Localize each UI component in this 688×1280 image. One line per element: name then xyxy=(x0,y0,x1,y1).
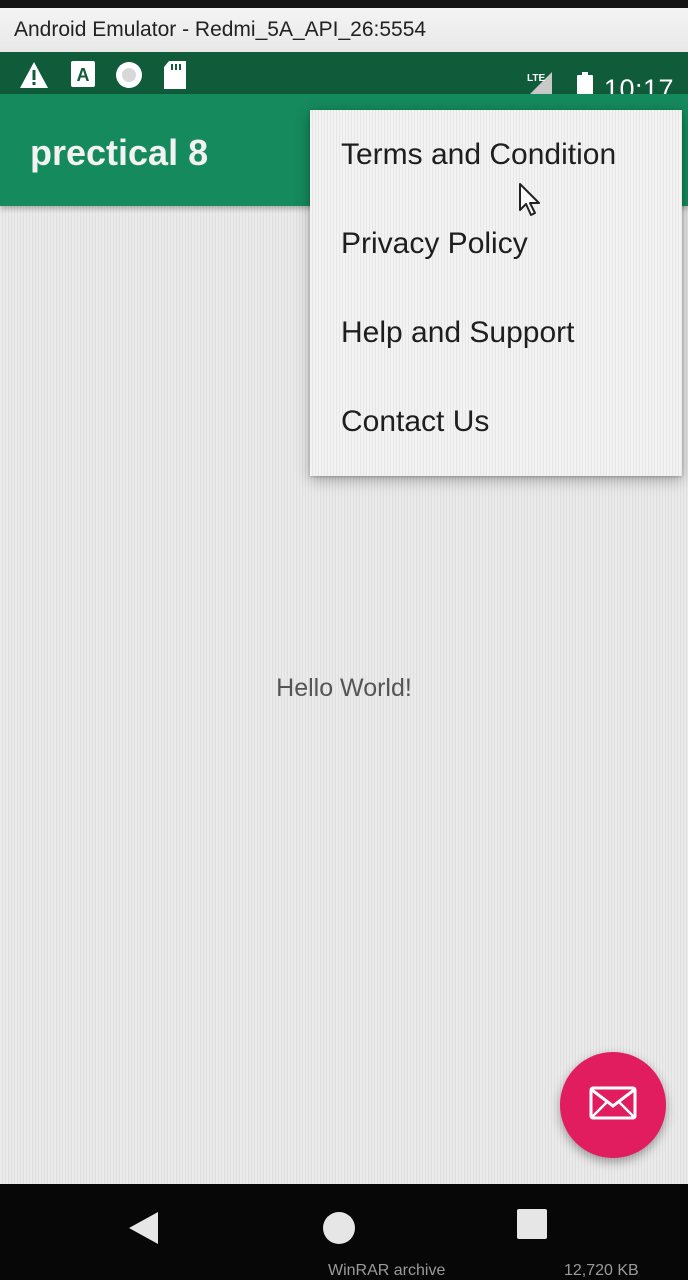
emulator-screen: Android Emulator - Redmi_5A_API_26:5554 … xyxy=(0,0,688,1280)
menu-item-contact[interactable]: Contact Us xyxy=(310,377,682,466)
menu-item-privacy[interactable]: Privacy Policy xyxy=(310,199,682,288)
svg-text:A: A xyxy=(77,65,90,85)
emulator-window-title: Android Emulator - Redmi_5A_API_26:5554 xyxy=(0,0,688,52)
circle-icon xyxy=(114,60,144,90)
signal-icon: LTE xyxy=(526,70,554,96)
a-icon: A xyxy=(70,60,96,88)
background-taskbar-text: WinRAR archive 12,720 KB xyxy=(0,1262,688,1280)
mail-icon xyxy=(589,1086,637,1125)
menu-item-help[interactable]: Help and Support xyxy=(310,288,682,377)
menu-item-label: Terms and Condition xyxy=(341,137,617,171)
mouse-cursor-icon xyxy=(518,182,544,223)
recents-icon[interactable] xyxy=(516,1208,548,1240)
email-fab-button[interactable] xyxy=(560,1052,666,1158)
menu-item-label: Help and Support xyxy=(341,315,575,349)
warning-icon xyxy=(18,60,50,90)
overflow-menu: Terms and Condition Privacy Policy Help … xyxy=(310,110,682,476)
home-icon[interactable] xyxy=(322,1211,356,1245)
hello-text: Hello World! xyxy=(276,674,412,702)
archive-size-label: 12,720 KB xyxy=(564,1262,639,1279)
menu-item-label: Privacy Policy xyxy=(341,226,528,260)
status-bar: A LTE 10:17 xyxy=(0,52,688,104)
menu-item-terms[interactable]: Terms and Condition xyxy=(310,110,682,199)
back-icon[interactable] xyxy=(126,1210,160,1246)
menu-item-label: Contact Us xyxy=(341,404,490,438)
app-title: prectical 8 xyxy=(30,132,209,173)
svg-text:LTE: LTE xyxy=(527,73,545,84)
archive-type-label: WinRAR archive xyxy=(328,1262,446,1279)
sd-card-icon xyxy=(162,60,188,90)
